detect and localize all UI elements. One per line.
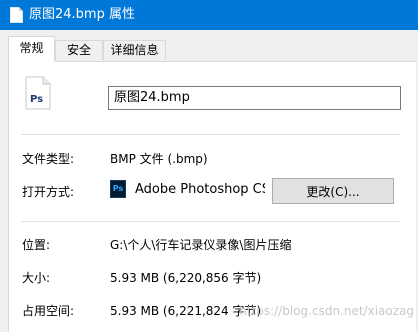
tab-details[interactable]: 详细信息 [103, 40, 166, 60]
watermark: https://blog.csdn.net/xiaozag [239, 304, 414, 318]
divider [21, 134, 400, 135]
tab-security[interactable]: 安全 [55, 40, 103, 60]
file-type-value: BMP 文件 (.bmp) [110, 152, 208, 166]
size-value: 5.93 MB (6,220,856 字节) [110, 271, 262, 285]
open-with-label: 打开方式: [22, 185, 75, 199]
size-label: 大小: [22, 271, 51, 285]
file-icon [10, 7, 23, 23]
file-name-input[interactable]: 原图24.bmp [108, 86, 401, 110]
photoshop-app-icon: Ps [110, 180, 126, 198]
location-value: G:\个人\行车记录仪录像\图片压缩 [110, 238, 292, 252]
change-button[interactable]: 更改(C)... [272, 178, 394, 204]
title-bar: 原图24.bmp 属性 [0, 0, 418, 30]
open-with-app-name: Adobe Photoshop CS6 [135, 182, 265, 197]
divider [21, 221, 400, 222]
location-label: 位置: [22, 238, 51, 252]
photoshop-document-icon: Ps [25, 76, 51, 110]
file-icon-text: Ps [30, 94, 43, 105]
window-title: 原图24.bmp 属性 [29, 7, 135, 22]
tab-general[interactable]: 常规 [8, 36, 55, 62]
file-type-label: 文件类型: [22, 152, 75, 166]
size-on-disk-label: 占用空间: [22, 304, 75, 318]
